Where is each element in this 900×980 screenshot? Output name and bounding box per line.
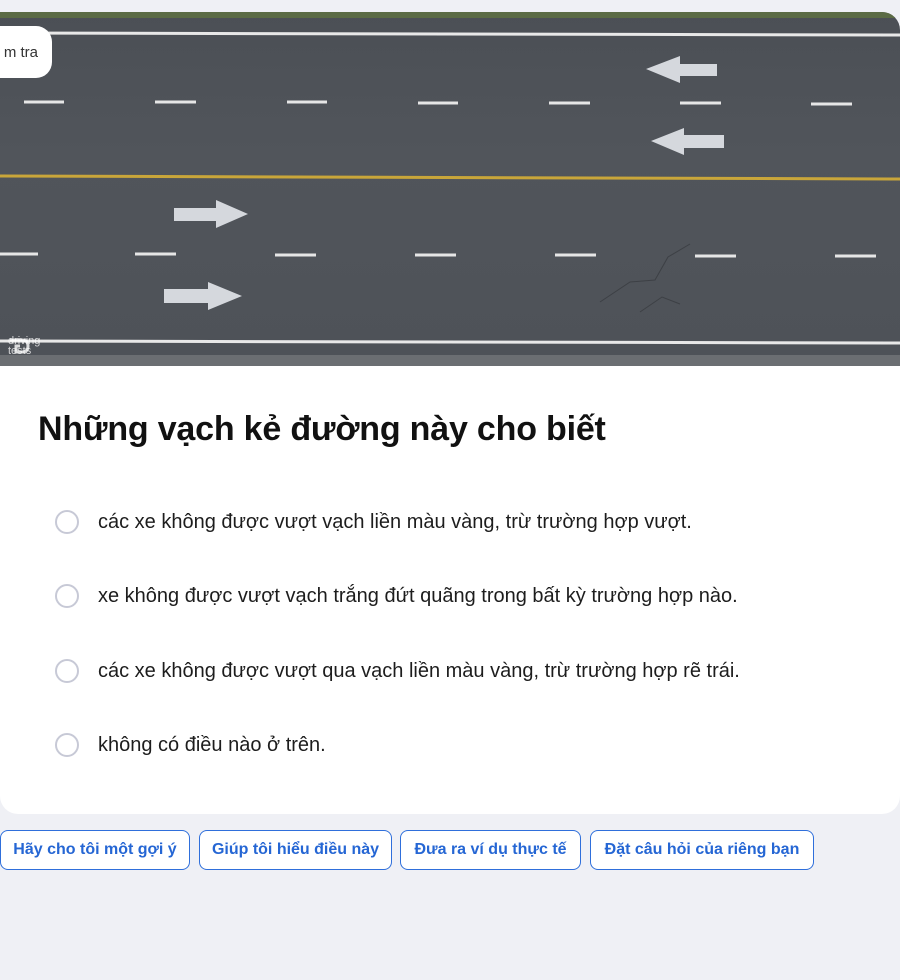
hint-button[interactable]: Hãy cho tôi một gợi ý bbox=[0, 830, 190, 870]
road-markings-image: driving tests bbox=[0, 12, 900, 366]
real-example-button[interactable]: Đưa ra ví dụ thực tế bbox=[400, 830, 581, 870]
radio-button[interactable] bbox=[55, 659, 79, 683]
road-illustration bbox=[0, 12, 900, 366]
logo-icon bbox=[10, 338, 30, 354]
quiz-tab[interactable]: m tra bbox=[0, 26, 52, 78]
answer-option-text: không có điều nào ở trên. bbox=[98, 733, 326, 756]
ask-own-question-button[interactable]: Đặt câu hỏi của riêng bạn bbox=[590, 830, 814, 870]
radio-button[interactable] bbox=[55, 510, 79, 534]
quiz-tab-label: m tra bbox=[3, 43, 38, 61]
answer-option-3[interactable]: các xe không được vượt qua vạch liền màu… bbox=[55, 656, 740, 686]
driving-tests-logo: driving tests bbox=[8, 336, 50, 357]
answer-option-2[interactable]: xe không được vượt vạch trắng đứt quãng … bbox=[55, 581, 738, 611]
explain-button[interactable]: Giúp tôi hiểu điều này bbox=[199, 830, 392, 870]
answer-option-text: các xe không được vượt vạch liền màu vàn… bbox=[98, 510, 692, 533]
question-card: driving tests m tra Những vạch kẻ đường … bbox=[0, 12, 900, 814]
answer-option-1[interactable]: các xe không được vượt vạch liền màu vàn… bbox=[55, 507, 692, 537]
answer-option-text: xe không được vượt vạch trắng đứt quãng … bbox=[98, 584, 738, 607]
answer-option-4[interactable]: không có điều nào ở trên. bbox=[55, 730, 326, 760]
radio-button[interactable] bbox=[55, 584, 79, 608]
radio-button[interactable] bbox=[55, 733, 79, 757]
answer-option-text: các xe không được vượt qua vạch liền màu… bbox=[98, 659, 740, 682]
question-title: Những vạch kẻ đường này cho biết bbox=[38, 410, 606, 448]
